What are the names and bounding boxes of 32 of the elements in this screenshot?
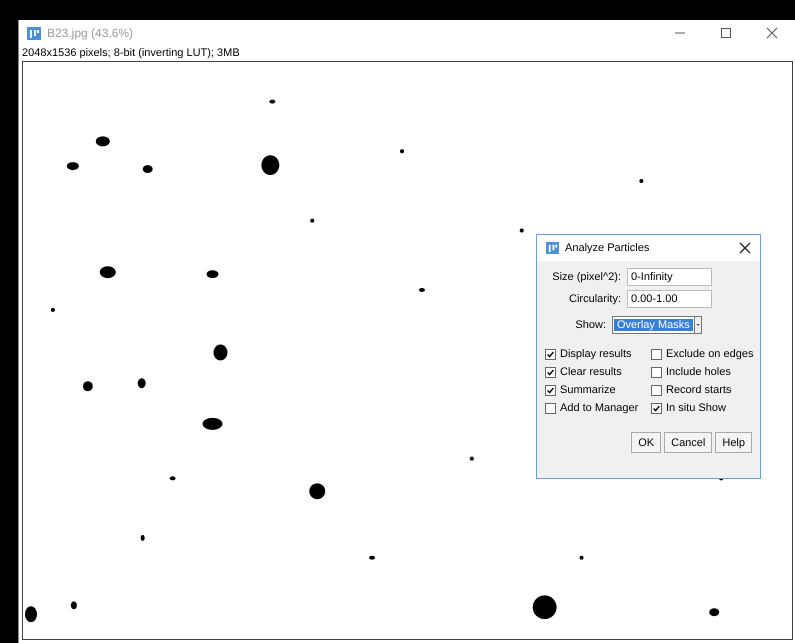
input-field[interactable]: 0.00-1.00 bbox=[627, 290, 712, 308]
checkbox[interactable] bbox=[545, 366, 556, 378]
checkbox-label: Include holes bbox=[666, 366, 731, 378]
checkbox-label: Record starts bbox=[666, 384, 732, 396]
field-label: Size (pixel^2): bbox=[552, 271, 621, 283]
checkbox-label: In situ Show bbox=[666, 402, 726, 414]
checkbox-label: Add to Manager bbox=[560, 402, 638, 414]
checkbox[interactable] bbox=[545, 348, 556, 360]
dialog-title: Analyze Particles bbox=[565, 242, 650, 254]
ok-button[interactable]: OK bbox=[631, 432, 662, 453]
input-field[interactable]: 0-Infinity bbox=[627, 268, 712, 286]
help-button[interactable]: Help bbox=[715, 432, 752, 453]
checkbox[interactable] bbox=[651, 384, 662, 396]
checkbox-label: Exclude on edges bbox=[666, 348, 754, 360]
caret-icon[interactable] bbox=[694, 317, 701, 333]
checkbox[interactable] bbox=[545, 384, 556, 396]
field-label: Circularity: bbox=[569, 293, 621, 305]
show-dropdown[interactable]: Overlay Masks bbox=[612, 316, 702, 334]
close-icon[interactable] bbox=[739, 242, 751, 254]
window-title: B23.jpg (43.6%) bbox=[47, 26, 134, 40]
checkbox-label: Summarize bbox=[560, 384, 616, 396]
app-icon bbox=[546, 242, 559, 254]
field-label: Show: bbox=[575, 319, 606, 331]
image-info: 2048x1536 pixels; 8-bit (inverting LUT); 3MB bbox=[21, 46, 241, 61]
app-icon bbox=[27, 26, 41, 40]
checkbox[interactable] bbox=[651, 402, 662, 414]
checkbox-label: Display results bbox=[560, 348, 632, 360]
checkbox[interactable] bbox=[545, 402, 556, 414]
checkbox[interactable] bbox=[651, 366, 662, 378]
checkbox[interactable] bbox=[651, 348, 662, 360]
checkbox-label: Clear results bbox=[560, 366, 622, 378]
cancel-button[interactable]: Cancel bbox=[664, 432, 712, 453]
